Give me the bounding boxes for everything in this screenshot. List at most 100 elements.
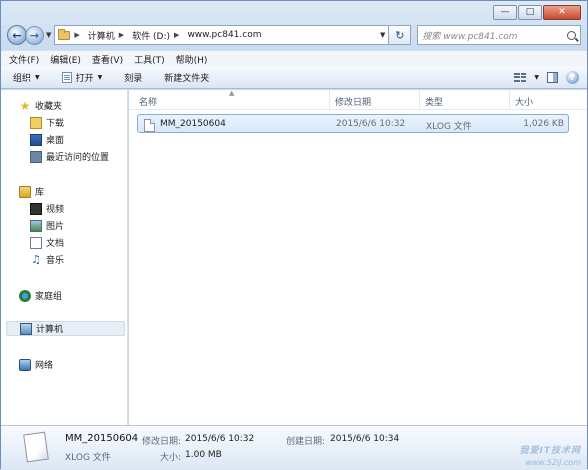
breadcrumb-drive-d[interactable]: 软件 (D:) [132, 29, 170, 42]
details-created-value: 2015/6/6 10:34 [330, 434, 400, 444]
open-file-icon [61, 72, 72, 83]
back-button[interactable]: ← [7, 25, 27, 45]
search-icon [567, 30, 576, 40]
maximize-button[interactable]: □ [518, 5, 542, 20]
sort-ascending-icon: ▲ [229, 89, 235, 97]
nav-recent-places[interactable]: 最近访问的位置 [30, 149, 109, 164]
menu-help[interactable]: 帮助(H) [176, 53, 208, 66]
details-file-name: MM_20150604 [65, 433, 139, 444]
address-bar[interactable]: ▶ 计算机 ▶ 软件 (D:) ▶ www.pc841.com ▼ [54, 25, 390, 45]
column-size[interactable]: 大小 [515, 95, 533, 108]
details-modified-label: 修改日期: [142, 437, 182, 447]
video-icon [30, 202, 42, 215]
nav-computer[interactable]: 计算机 [6, 321, 125, 336]
view-controls: ▼ ? [514, 71, 579, 84]
nav-music-label: 音乐 [46, 256, 65, 266]
nav-homegroup[interactable]: 家庭组 [19, 288, 62, 303]
burn-button[interactable]: 刻录 [124, 71, 142, 84]
column-modified[interactable]: 修改日期 [335, 95, 371, 108]
file-list-pane: ▲ 名称 修改日期 类型 大小 MM_20150604 2015/6/6 10:… [129, 89, 587, 425]
file-row[interactable]: MM_20150604 2015/6/6 10:32 XLOG 文件 1,026… [137, 114, 569, 133]
menu-file[interactable]: 文件(F) [9, 53, 39, 66]
nav-pictures[interactable]: 图片 [30, 218, 64, 233]
site-watermark: 我爱IT技术网 www.52ij.com [520, 434, 582, 467]
details-size-value: 1.00 MB [185, 450, 222, 460]
nav-favorites[interactable]: ★ 收藏夹 [19, 98, 62, 113]
nav-videos[interactable]: 视频 [30, 201, 64, 216]
network-icon [19, 358, 31, 371]
details-pane: MM_20150604 XLOG 文件 修改日期: 2015/6/6 10:32… [1, 425, 587, 470]
menu-view[interactable]: 查看(V) [92, 53, 123, 66]
recent-pages-dropdown[interactable]: ▼ [46, 31, 51, 39]
column-header-row: ▲ 名称 修改日期 类型 大小 [129, 89, 587, 110]
nav-videos-label: 视频 [46, 205, 65, 215]
computer-icon [20, 322, 32, 335]
nav-downloads[interactable]: 下载 [30, 115, 64, 130]
nav-libraries[interactable]: 库 [19, 184, 44, 199]
nav-music[interactable]: ♫ 音乐 [30, 252, 64, 267]
command-bar: 组织 ▼ 打开 ▼ 刻录 新建文件夹 ▼ ? [1, 67, 587, 89]
back-arrow-icon: ← [12, 28, 22, 42]
preview-pane-icon[interactable] [547, 72, 558, 83]
library-icon [19, 185, 31, 198]
music-note-icon: ♫ [31, 252, 41, 266]
details-modified-value: 2015/6/6 10:32 [185, 434, 255, 444]
menu-edit[interactable]: 编辑(E) [50, 53, 81, 66]
forward-arrow-icon: → [29, 28, 40, 42]
forward-button[interactable]: → [25, 25, 44, 45]
column-name[interactable]: 名称 [139, 95, 157, 108]
chevron-right-icon[interactable]: ▶ [174, 31, 179, 39]
file-size: 1,026 KB [523, 119, 564, 129]
file-thumbnail-icon [23, 431, 49, 463]
breadcrumb-current-folder[interactable]: www.pc841.com [187, 30, 261, 40]
search-input[interactable]: 搜索 www.pc841.com [417, 25, 581, 45]
details-size-label: 大小: [160, 453, 182, 463]
nav-downloads-label: 下载 [46, 119, 65, 129]
address-dropdown-icon[interactable]: ▼ [380, 31, 385, 39]
organize-button[interactable]: 组织 ▼ [13, 71, 40, 84]
nav-recent-label: 最近访问的位置 [46, 153, 110, 163]
new-folder-button[interactable]: 新建文件夹 [164, 71, 209, 84]
explorer-window: — □ ✕ ← → ▼ ▶ 计算机 ▶ 软件 (D:) ▶ www.pc841.co… [0, 0, 588, 470]
nav-homegroup-label: 家庭组 [35, 292, 63, 302]
nav-network-label: 网络 [35, 361, 54, 371]
burn-label: 刻录 [124, 74, 143, 84]
refresh-button[interactable]: ↻ [389, 25, 412, 45]
nav-documents[interactable]: 文档 [30, 235, 64, 250]
minimize-button[interactable]: — [493, 5, 517, 20]
refresh-icon: ↻ [395, 28, 405, 42]
chevron-right-icon[interactable]: ▶ [119, 31, 124, 39]
caption-buttons: — □ ✕ [493, 5, 581, 20]
breadcrumb-computer[interactable]: 计算机 [88, 29, 115, 42]
nav-favorites-label: 收藏夹 [35, 102, 63, 112]
nav-desktop[interactable]: 桌面 [30, 132, 64, 147]
folder-icon [58, 28, 71, 40]
nav-desktop-label: 桌面 [46, 136, 65, 146]
chevron-right-icon[interactable]: ▶ [74, 31, 79, 39]
open-label: 打开 [75, 74, 94, 84]
watermark-text: 我爱IT技术网 [519, 446, 581, 456]
watermark-url: www.52ij.com [525, 458, 581, 467]
change-view-icon[interactable] [514, 72, 527, 83]
view-dropdown-icon[interactable]: ▼ [534, 74, 539, 81]
document-icon [30, 236, 42, 249]
file-name: MM_20150604 [160, 119, 226, 129]
organize-label: 组织 [13, 74, 32, 84]
search-placeholder: 搜索 www.pc841.com [422, 31, 518, 42]
help-icon[interactable]: ? [566, 71, 579, 84]
menu-tools[interactable]: 工具(T) [134, 53, 165, 66]
new-folder-label: 新建文件夹 [164, 74, 210, 84]
star-icon: ★ [19, 98, 31, 113]
file-icon [144, 119, 155, 132]
open-button[interactable]: 打开 ▼ [61, 71, 103, 84]
close-button[interactable]: ✕ [543, 5, 581, 20]
recent-places-icon [30, 150, 42, 163]
homegroup-icon [19, 289, 31, 302]
downloads-folder-icon [30, 116, 42, 129]
nav-network[interactable]: 网络 [19, 357, 53, 372]
dropdown-arrow-icon: ▼ [97, 74, 103, 81]
desktop-icon [30, 133, 42, 146]
column-type[interactable]: 类型 [425, 95, 443, 108]
menu-bar: 文件(F) 编辑(E) 查看(V) 工具(T) 帮助(H) [1, 50, 587, 67]
nav-pictures-label: 图片 [46, 222, 65, 232]
